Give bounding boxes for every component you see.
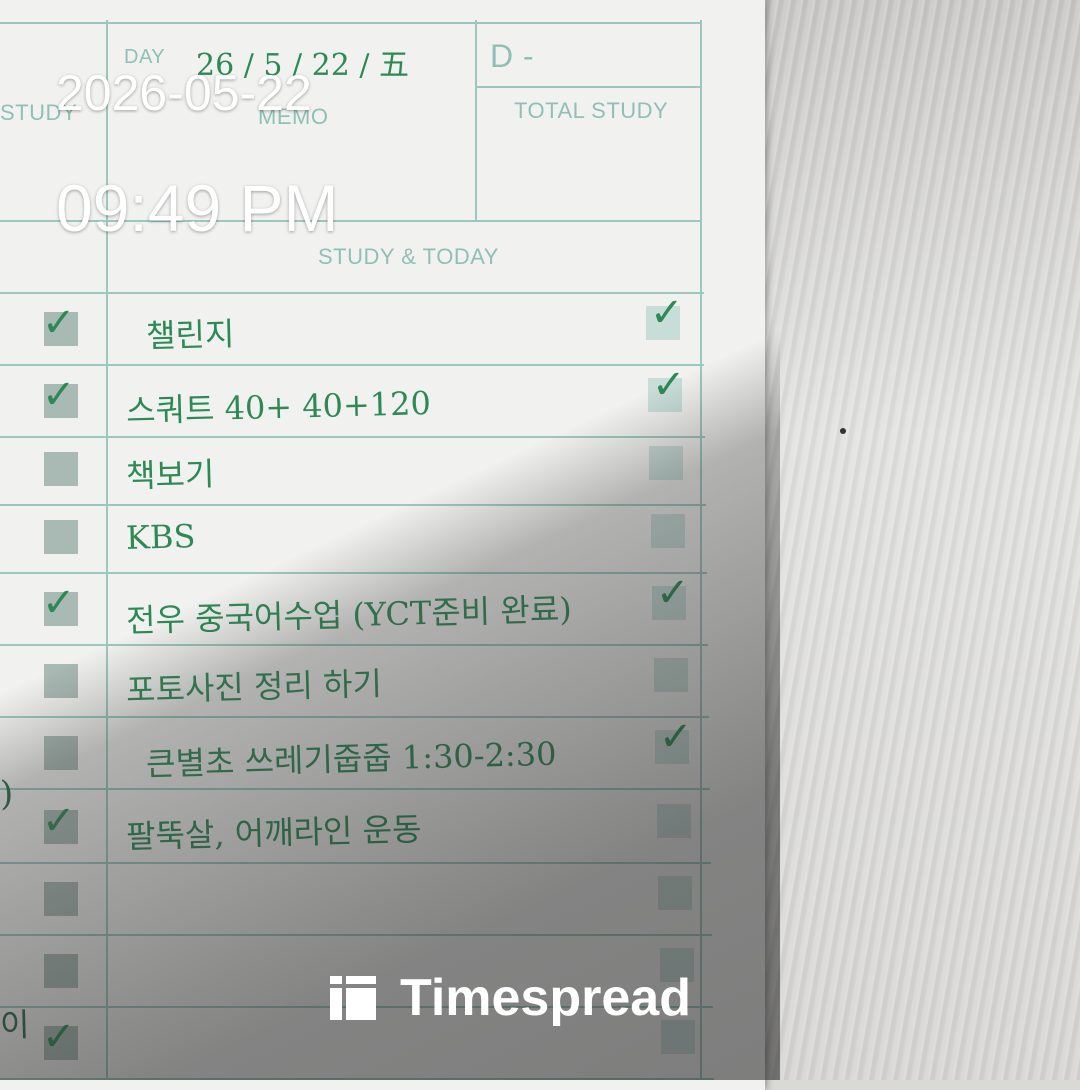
check-mark-icon: ✓ xyxy=(652,362,686,408)
check-mark-icon: ✓ xyxy=(650,290,684,336)
edge-mark: ) xyxy=(0,773,14,815)
task-text: KBS xyxy=(125,517,196,557)
row-divider xyxy=(0,364,704,366)
row-divider xyxy=(0,934,712,936)
check-mark-icon: ✓ xyxy=(656,570,690,616)
row-divider xyxy=(0,572,707,574)
check-mark-icon: ✓ xyxy=(42,1014,76,1060)
left-checkbox[interactable] xyxy=(44,520,78,554)
task-text: 스쿼트 40+ 40+120 xyxy=(125,384,432,430)
table-speck xyxy=(840,428,846,434)
row-divider xyxy=(0,504,706,506)
timestamp-date: 2026-05-22 xyxy=(56,65,312,121)
left-checkbox[interactable] xyxy=(44,882,78,916)
task-text: 포토사진 정리 하기 xyxy=(125,664,383,710)
left-checkbox[interactable] xyxy=(44,954,78,988)
check-mark-icon: ✓ xyxy=(42,372,76,418)
right-checkbox[interactable] xyxy=(657,804,691,838)
right-checkbox[interactable] xyxy=(649,446,683,480)
grid-line xyxy=(475,86,700,88)
right-checkbox[interactable] xyxy=(651,514,685,548)
timestamp-time: 09:49 PM xyxy=(56,171,339,245)
check-mark-icon: ✓ xyxy=(659,714,693,760)
timespread-logo-icon xyxy=(330,976,376,1020)
row-divider xyxy=(0,716,709,718)
grid-line xyxy=(0,292,704,294)
task-text: 팔뚝살, 어깨라인 운동 xyxy=(125,810,422,856)
row-divider xyxy=(0,862,711,864)
row-divider xyxy=(0,644,708,646)
timespread-watermark: Timespread xyxy=(330,969,691,1027)
left-checkbox[interactable] xyxy=(44,452,78,486)
grid-line xyxy=(700,20,702,1080)
task-text: 책보기 xyxy=(125,454,215,496)
right-checkbox[interactable] xyxy=(658,876,692,910)
left-checkbox[interactable] xyxy=(44,664,78,698)
grid-line xyxy=(0,22,700,24)
task-text: 챌린지 xyxy=(145,314,235,356)
right-checkbox[interactable] xyxy=(654,658,688,692)
brand-name: Timespread xyxy=(400,969,691,1027)
left-checkbox[interactable] xyxy=(44,736,78,770)
check-mark-icon: ✓ xyxy=(42,580,76,626)
edge-mark: 이 xyxy=(0,1005,30,1045)
total-study-label: TOTAL STUDY xyxy=(514,98,669,123)
wooden-table xyxy=(740,0,1080,1080)
grid-line xyxy=(475,20,477,220)
row-divider xyxy=(0,788,710,790)
study-today-label: STUDY & TODAY xyxy=(318,244,499,269)
check-mark-icon: ✓ xyxy=(42,300,76,346)
row-divider xyxy=(0,436,705,438)
check-mark-icon: ✓ xyxy=(42,798,76,844)
dday-label: D - xyxy=(490,38,535,74)
